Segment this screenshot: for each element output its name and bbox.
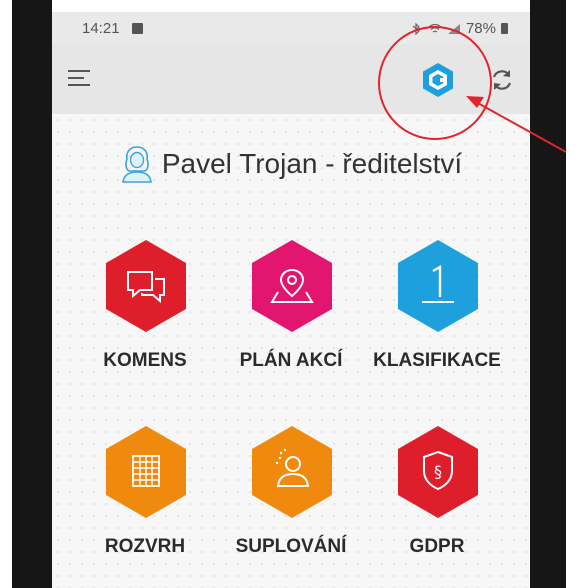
tile-suplovani[interactable]: SUPLOVÁNÍ — [216, 426, 366, 576]
tile-rozvrh[interactable]: ROZVRH — [70, 426, 220, 576]
status-bar: 14:21 78% — [52, 12, 530, 44]
tile-label: KOMENS — [103, 350, 187, 371]
refresh-icon[interactable] — [488, 66, 516, 94]
status-indicators: 78% — [409, 20, 508, 37]
signal-icon — [447, 23, 460, 34]
status-time: 14:21 — [82, 20, 120, 37]
user-header: Pavel Trojan - ředitelství — [52, 144, 530, 184]
dashboard: Pavel Trojan - ředitelství KOMENS PLÁN A… — [52, 114, 530, 588]
tile-label: GDPR — [409, 536, 465, 557]
phone-screen: 14:21 78% Pavel Trojan - ředitelství KOM… — [52, 12, 530, 588]
timetable-icon — [106, 426, 186, 518]
gdpr-shield-icon: § — [398, 426, 478, 518]
svg-text:§: § — [434, 462, 442, 481]
bluetooth-icon — [412, 22, 420, 35]
tile-komens[interactable]: KOMENS — [70, 240, 220, 390]
tile-label: SUPLOVÁNÍ — [235, 536, 347, 557]
map-pin-icon — [252, 240, 332, 332]
user-name: Pavel Trojan - ředitelství — [161, 148, 463, 179]
app-bar — [52, 44, 530, 114]
bakalari-logo-icon[interactable] — [420, 62, 456, 98]
grade-one-icon — [398, 240, 478, 332]
notification-image-icon — [132, 23, 143, 34]
battery-percentage: 78% — [465, 20, 496, 37]
tile-label: KLASIFIKACE — [373, 350, 501, 371]
hamburger-menu-icon[interactable] — [68, 70, 90, 88]
user-avatar-icon — [121, 146, 152, 183]
tile-label: ROZVRH — [104, 536, 186, 557]
phone-bezel-left — [12, 0, 52, 588]
tile-label: PLÁN AKCÍ — [239, 350, 343, 371]
tile-plan-akci[interactable]: PLÁN AKCÍ — [216, 240, 366, 390]
tile-gdpr[interactable]: § GDPR — [362, 426, 512, 576]
wifi-icon — [428, 23, 442, 33]
chat-bubbles-icon — [106, 240, 186, 332]
battery-icon — [501, 23, 508, 34]
phone-bezel-right — [530, 0, 566, 588]
photo-frame: 14:21 78% Pavel Trojan - ředitelství KOM… — [0, 0, 580, 588]
substitute-person-icon — [252, 426, 332, 518]
tile-klasifikace[interactable]: KLASIFIKACE — [362, 240, 512, 390]
